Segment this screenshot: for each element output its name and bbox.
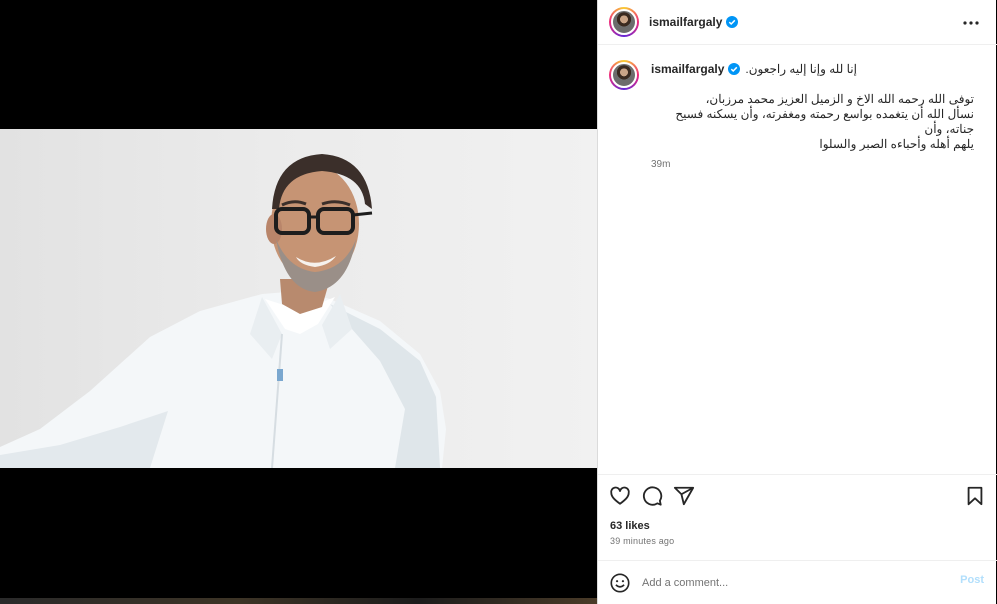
post-photo[interactable] xyxy=(0,129,597,468)
caption-line: توفى الله رحمه الله الاخ و الزميل العزيز… xyxy=(705,92,974,106)
caption-text: توفى الله رحمه الله الاخ و الزميل العزيز… xyxy=(651,92,974,152)
caption-timestamp[interactable]: 39m xyxy=(651,159,981,170)
portrait-image xyxy=(0,154,446,468)
author-avatar[interactable] xyxy=(609,7,639,37)
caption-line: نسأل الله أن يتغمده بواسع رحمته ومغفرته،… xyxy=(675,107,974,136)
post-sidebar: ismailfargaly ismailfargaly إنا لله وإنا… xyxy=(597,0,997,604)
post-comment-button[interactable]: Post xyxy=(960,574,984,586)
caption-first-line: إنا لله وإنا إليه راجعون. xyxy=(745,62,857,76)
emoji-icon[interactable] xyxy=(609,572,631,594)
caption-header: ismailfargaly إنا لله وإنا إليه راجعون. xyxy=(651,60,981,78)
verified-badge-icon xyxy=(726,16,739,28)
bookmark-icon[interactable] xyxy=(964,485,986,507)
author-username[interactable]: ismailfargaly xyxy=(649,15,722,29)
share-icon[interactable] xyxy=(673,485,695,507)
caption-avatar[interactable] xyxy=(609,60,639,90)
heart-icon[interactable] xyxy=(609,485,631,507)
caption-area: ismailfargaly إنا لله وإنا إليه راجعون. … xyxy=(598,46,997,474)
background-strip xyxy=(0,598,597,604)
comment-icon[interactable] xyxy=(641,485,663,507)
likes-count[interactable]: 63 likes xyxy=(610,520,650,532)
comment-input[interactable] xyxy=(642,576,942,589)
caption-username[interactable]: ismailfargaly xyxy=(651,60,724,78)
post-actions: 63 likes 39 minutes ago xyxy=(598,474,997,560)
verified-badge-icon xyxy=(728,63,741,75)
caption-body: ismailfargaly إنا لله وإنا إليه راجعون. … xyxy=(651,60,981,170)
post-header: ismailfargaly xyxy=(598,0,997,45)
more-options-icon[interactable] xyxy=(961,13,981,33)
post-timestamp[interactable]: 39 minutes ago xyxy=(610,536,674,546)
caption-line: يلهم أهله وأحباءه الصبر والسلوا xyxy=(819,137,974,151)
comment-bar: Post xyxy=(598,560,997,604)
post-media-pane xyxy=(0,0,597,604)
